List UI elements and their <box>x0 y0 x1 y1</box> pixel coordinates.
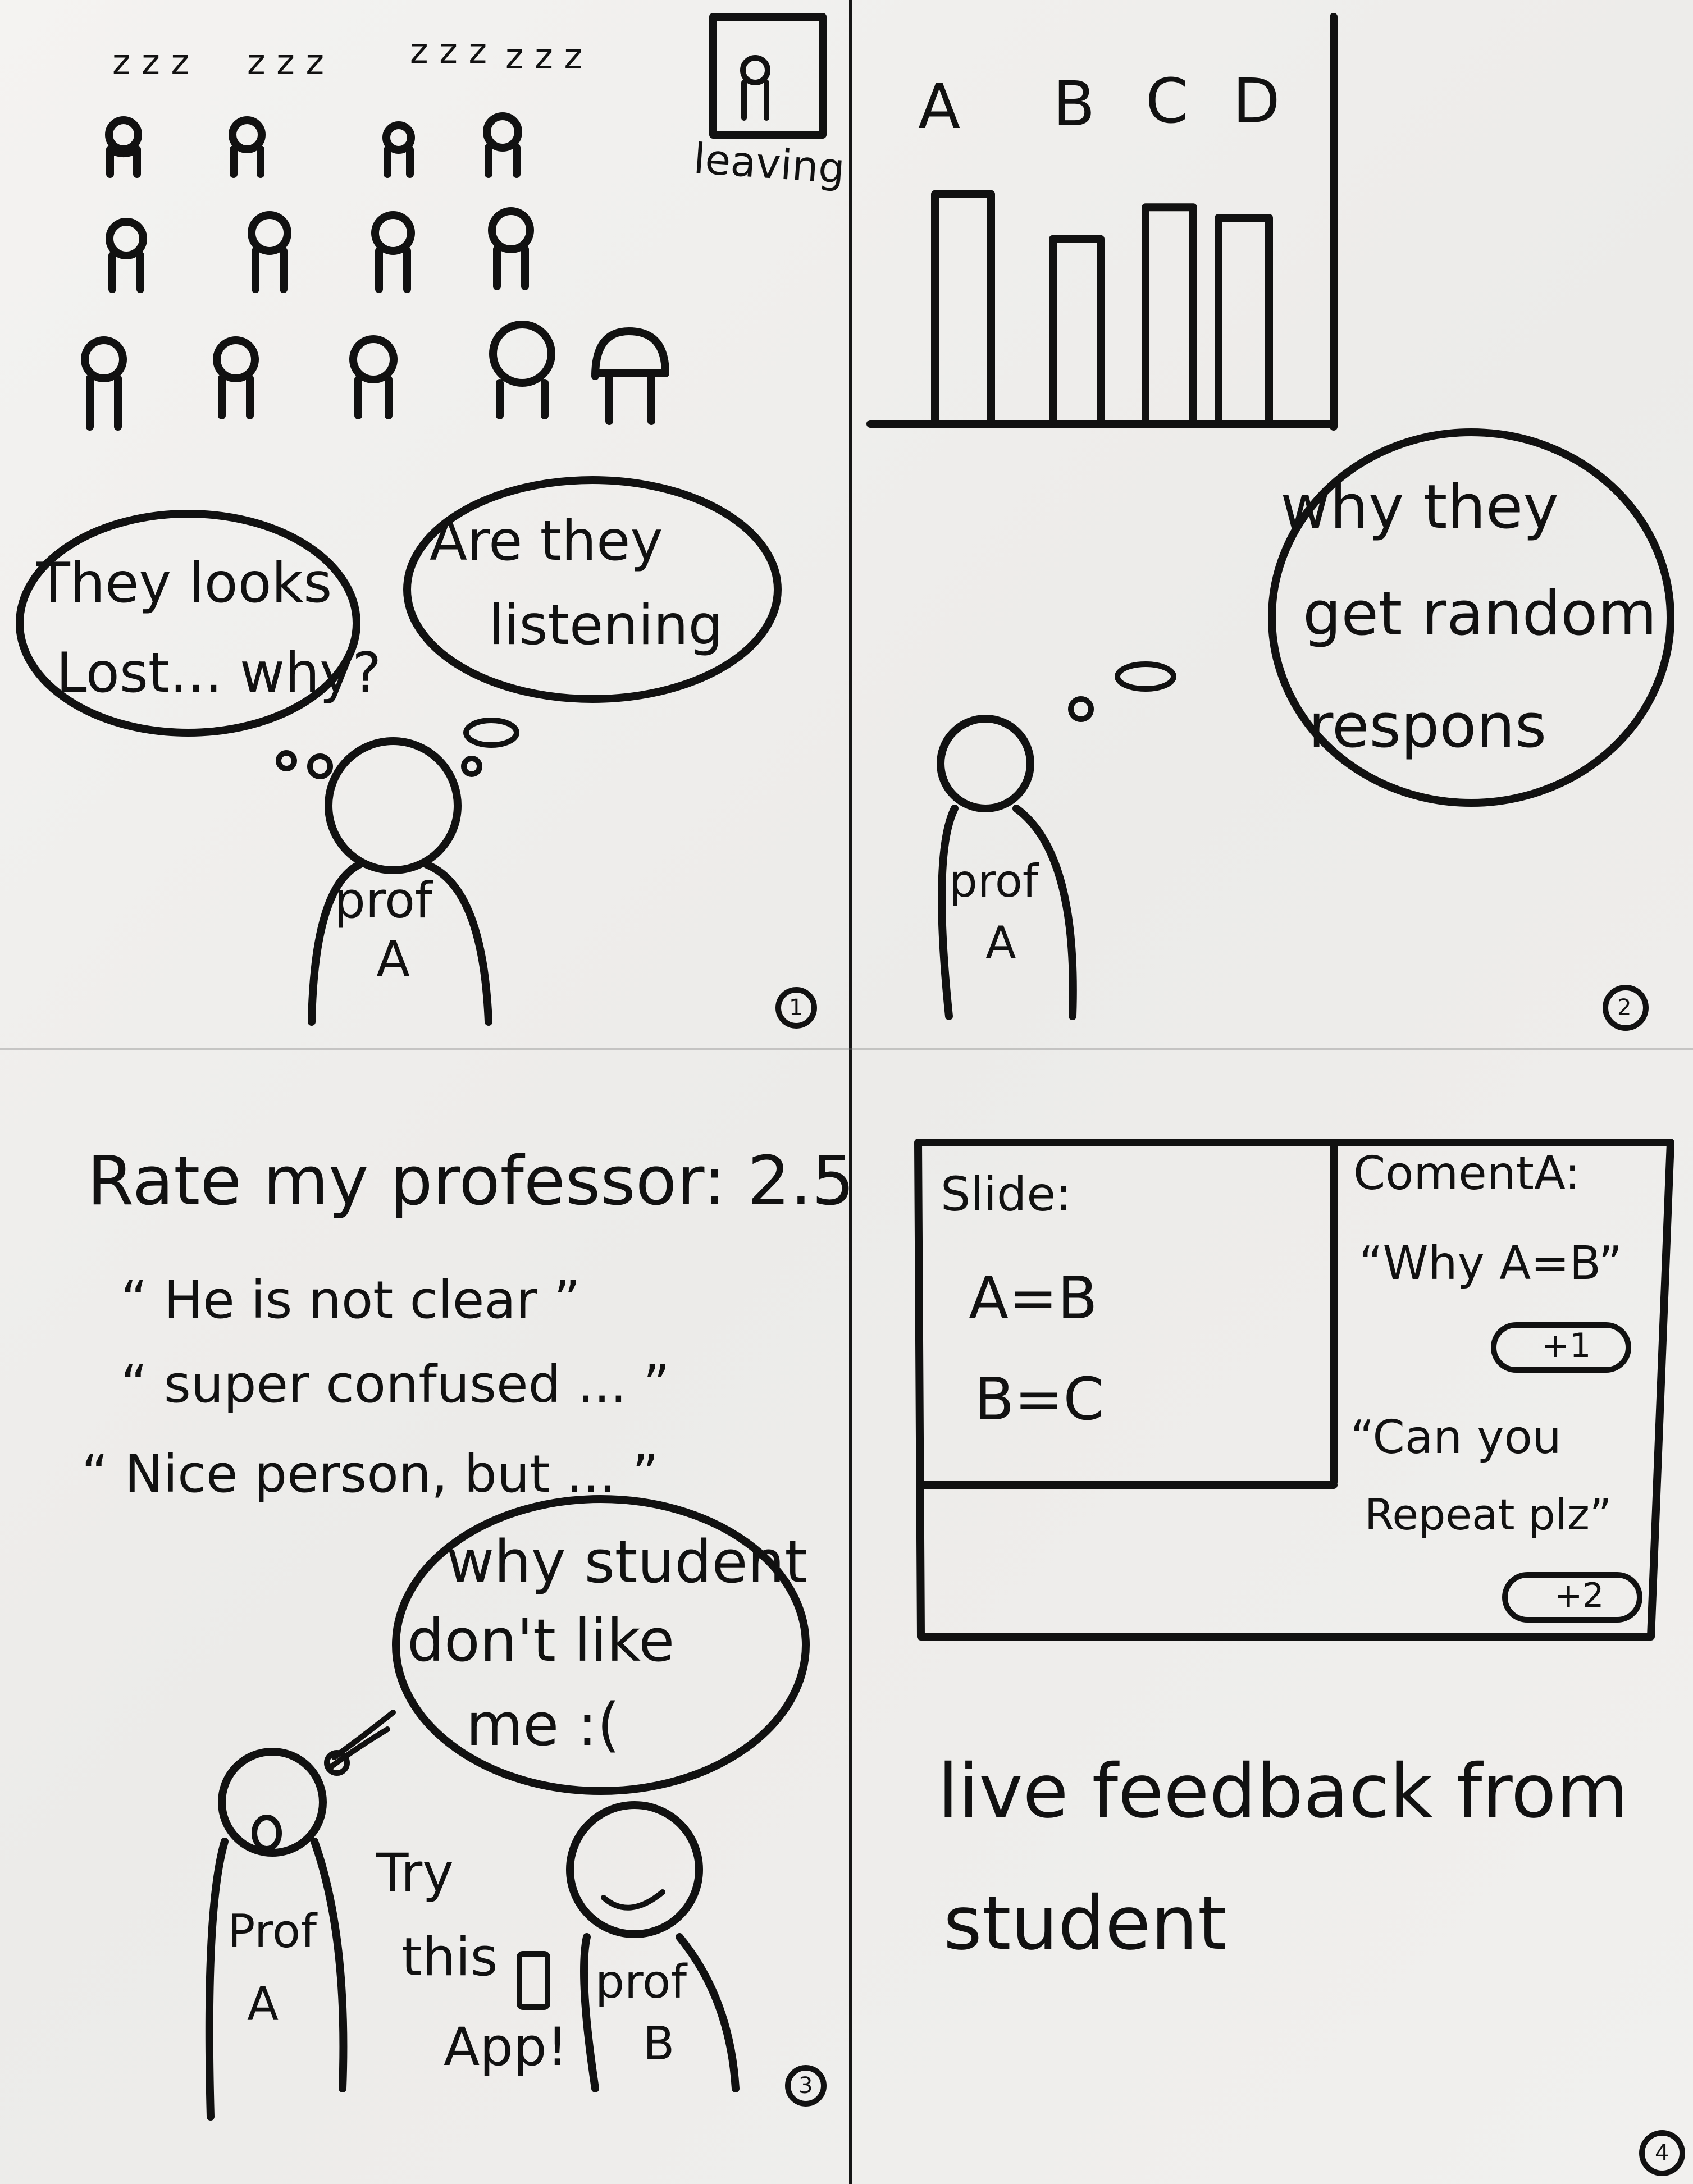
bubble-lost-line1: They looks <box>36 551 332 615</box>
bubble-listening-line1: Are they <box>430 509 663 573</box>
sleep-mark: z z z <box>410 30 487 71</box>
bar-D <box>1215 214 1273 425</box>
bar-label: B <box>1053 68 1096 140</box>
prof-b-label: prof <box>595 1955 687 2009</box>
student-figures <box>81 112 669 431</box>
comment-text: Repeat plz” <box>1365 1489 1612 1539</box>
sleep-mark: z z z <box>247 42 325 83</box>
bar-A <box>931 190 995 425</box>
sleep-mark: z z z <box>505 36 583 77</box>
student-figure <box>349 335 398 419</box>
slide-label: Slide: <box>941 1167 1072 1222</box>
bubble-student-line2: don't like <box>407 1606 675 1675</box>
student-figure <box>591 327 669 425</box>
caption-line2: student <box>943 1880 1227 1967</box>
review-quote: “ He is not clear ” <box>121 1270 581 1330</box>
panel-number: 4 <box>1655 2140 1669 2166</box>
slide-line: B=C <box>974 1365 1105 1433</box>
bubble-listening-line2: listening <box>489 593 723 657</box>
try-text: App! <box>444 2017 568 2078</box>
comment-text: “Can you <box>1350 1411 1562 1464</box>
student-figure <box>81 336 127 431</box>
prof-b-label-letter: B <box>643 2017 675 2071</box>
bar-label: C <box>1146 65 1189 137</box>
door-leaving <box>709 13 827 139</box>
bubble-student-line1: why student <box>446 1528 808 1596</box>
prof-a-label-2-letter: A <box>985 917 1016 969</box>
try-text: Try <box>376 1843 454 1904</box>
bar-label: D <box>1233 65 1280 137</box>
prof-a-label-3: Prof <box>227 1905 317 1958</box>
student-figure <box>106 218 147 293</box>
bubble-random-line2: get random <box>1303 579 1657 649</box>
sleep-mark: z z z <box>112 42 190 83</box>
phone-icon <box>517 1951 550 2010</box>
review-quote: “ Nice person, but ... ” <box>81 1444 659 1504</box>
try-text: this <box>401 1927 498 1988</box>
student-figure <box>105 116 142 178</box>
bubble-random-line1: why they <box>1280 472 1559 542</box>
prof-a-label-letter: A <box>376 930 410 988</box>
student-figure <box>489 321 555 419</box>
student-figure <box>229 116 266 178</box>
bar-B <box>1049 235 1105 425</box>
bubble-random-line3: respons <box>1308 691 1547 761</box>
student-figure <box>483 112 522 178</box>
comic-drawings <box>16 13 1685 2176</box>
student-figure <box>488 207 534 290</box>
panel-number: 3 <box>798 2073 813 2099</box>
prof-a-label-2: prof <box>949 855 1039 907</box>
student-figure <box>382 121 415 178</box>
slide-line: A=B <box>969 1264 1098 1332</box>
bubble-student-line3: me :( <box>466 1690 620 1759</box>
rate-my-professor: Rate my professor: 2.5 <box>87 1143 855 1221</box>
student-figure <box>213 336 259 419</box>
bar-label: A <box>918 71 961 143</box>
prof-a-label-3-letter: A <box>247 1978 279 2031</box>
prof-a-label: prof <box>334 871 432 929</box>
upvote-badge: +2 <box>1554 1576 1604 1615</box>
comment-label: ComentA: <box>1353 1147 1581 1200</box>
caption-line1: live feedback from <box>938 1748 1629 1835</box>
panel-number: 2 <box>1617 995 1632 1021</box>
bar-C <box>1142 203 1197 425</box>
bubble-lost-line2: Lost... why? <box>56 641 382 705</box>
student-figure <box>248 211 291 293</box>
leaving-label: leaving <box>692 134 847 194</box>
student-figure <box>371 211 415 293</box>
panel-number: 1 <box>789 995 804 1021</box>
comment-text: “Why A=B” <box>1359 1237 1623 1290</box>
review-quote: “ super confused ... ” <box>121 1354 670 1414</box>
upvote-badge: +1 <box>1541 1326 1591 1365</box>
